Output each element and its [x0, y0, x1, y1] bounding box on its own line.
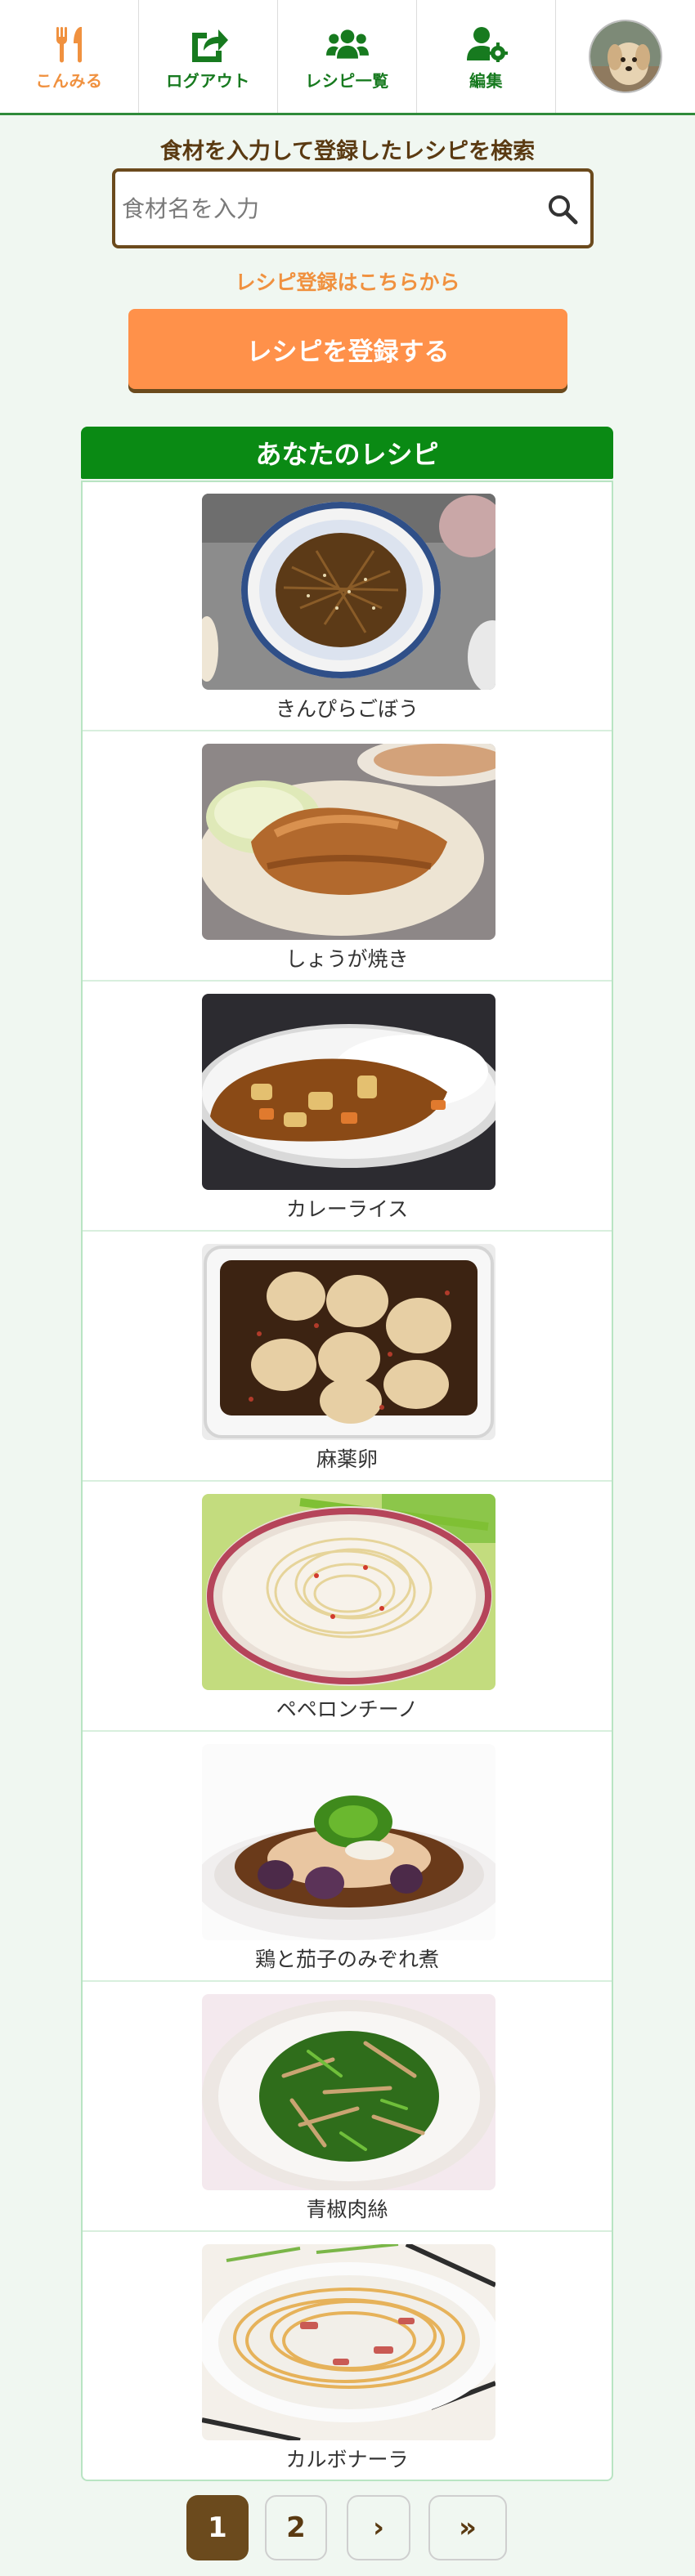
recipe-name: 青椒肉絲: [306, 2198, 388, 2221]
user-gear-icon: [465, 25, 508, 63]
recipe-name: 鶏と茄子のみぞれ煮: [254, 1948, 439, 1971]
nav-item-label: 編集: [469, 70, 503, 91]
logout-icon: [187, 25, 230, 63]
pagination: 1 2 › »: [0, 2492, 695, 2565]
next-page-button[interactable]: ›: [347, 2495, 410, 2560]
recipe-image: [202, 2244, 495, 2440]
nav-item-label: レシピ一覧: [305, 70, 389, 91]
top-nav: こんみる ログアウト レシピ一覧 編集: [0, 0, 695, 115]
recipe-image: [202, 1994, 495, 2190]
nav-item-logout[interactable]: ログアウト: [139, 0, 278, 113]
recipe-name: カレーライス: [285, 1197, 409, 1221]
recipe-image: [202, 994, 495, 1190]
recipe-card[interactable]: きんぴらごぼう: [83, 482, 612, 731]
recipe-name: きんぴらごぼう: [275, 697, 419, 721]
recipe-image: [202, 744, 495, 940]
nav-item-home[interactable]: こんみる: [0, 0, 139, 113]
recipes-section-title: あなたのレシピ: [81, 427, 613, 479]
recipe-card[interactable]: しょうが焼き: [83, 732, 612, 982]
recipe-name: 麻薬卵: [316, 1447, 378, 1471]
nav-item-recipe-list[interactable]: レシピ一覧: [278, 0, 417, 113]
last-page-button[interactable]: »: [428, 2495, 507, 2560]
avatar: [589, 20, 662, 93]
recipe-name: ペペロンチーノ: [276, 1697, 419, 1721]
recipe-card[interactable]: ペペロンチーノ: [83, 1483, 612, 1732]
search-heading: 食材を入力して登録したレシピを検索: [159, 139, 536, 164]
recipe-image: [202, 1744, 495, 1940]
nav-item-edit[interactable]: 編集: [417, 0, 556, 113]
nav-item-label: こんみる: [35, 70, 103, 91]
utensils-icon: [48, 25, 91, 63]
recipe-image: [202, 494, 495, 690]
register-recipe-link[interactable]: レシピ登録はこちらから: [0, 266, 695, 296]
recipe-list: きんぴらごぼう しょうが焼き カレーライス 麻薬卵 ペペロンチーノ 鶏と茄子のみ…: [81, 481, 613, 2481]
register-recipe-button[interactable]: レシピを登録する: [128, 309, 567, 389]
recipe-name: しょうが焼き: [285, 947, 409, 971]
recipe-image: [202, 1494, 495, 1690]
recipe-card[interactable]: カレーライス: [83, 982, 612, 1232]
recipe-name: カルボナーラ: [285, 2448, 409, 2471]
page-button-current[interactable]: 1: [186, 2495, 249, 2560]
nav-item-label: ログアウト: [166, 70, 250, 91]
recipe-card[interactable]: 青椒肉絲: [83, 1983, 612, 2232]
users-icon: [325, 25, 369, 63]
nav-item-profile[interactable]: [556, 0, 695, 113]
search-input[interactable]: [115, 184, 532, 233]
search-box: [112, 168, 594, 248]
recipe-card[interactable]: カルボナーラ: [83, 2233, 612, 2480]
recipe-image: [202, 1244, 495, 1440]
recipe-card[interactable]: 鶏と茄子のみぞれ煮: [83, 1733, 612, 1982]
search-icon[interactable]: [546, 193, 579, 226]
page-button-2[interactable]: 2: [265, 2495, 327, 2560]
recipe-card[interactable]: 麻薬卵: [83, 1232, 612, 1482]
